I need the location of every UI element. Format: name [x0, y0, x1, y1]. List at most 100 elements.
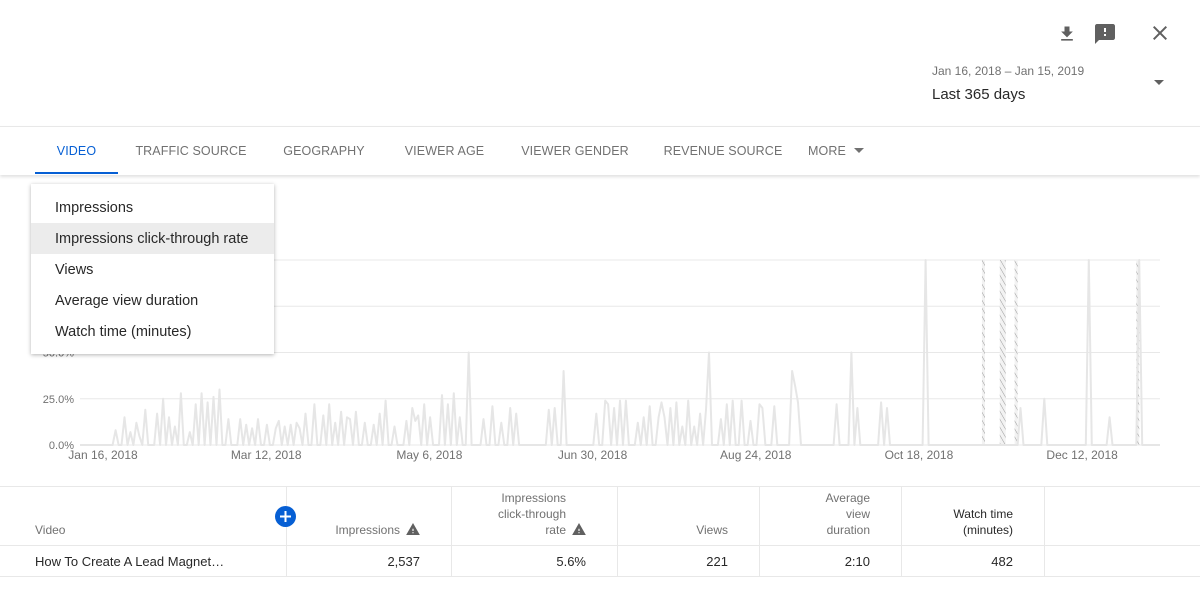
data-point — [385, 400, 387, 402]
data-point — [278, 420, 280, 422]
column-header-watch-time[interactable]: Watch time (minutes) — [902, 487, 1045, 545]
data-point — [661, 401, 663, 403]
data-point — [195, 403, 197, 405]
x-tick-label: May 6, 2018 — [396, 448, 462, 462]
data-point — [156, 413, 158, 415]
plus-icon — [280, 511, 291, 522]
data-point — [174, 426, 176, 428]
video-title[interactable]: How To Create A Lead Magnet… — [35, 546, 224, 576]
data-point — [213, 396, 215, 398]
avg-view-duration-value: 2:10 — [844, 553, 870, 569]
data-point — [349, 418, 351, 420]
no-data-region — [981, 260, 985, 445]
tab-label: TRAFFIC SOURCE — [135, 143, 247, 158]
cell-views: 221 — [618, 546, 760, 576]
data-point — [201, 392, 203, 394]
data-point — [239, 418, 241, 420]
column-header-video[interactable]: Video — [0, 487, 287, 545]
feedback-button[interactable] — [1092, 21, 1118, 47]
data-point — [491, 405, 493, 407]
data-point — [453, 392, 455, 394]
header-text: duration — [826, 523, 870, 537]
data-point — [379, 413, 381, 415]
column-header-impressions[interactable]: Impressions — [287, 487, 452, 545]
data-point — [548, 409, 550, 411]
data-point — [705, 409, 707, 411]
tab-geography[interactable]: GEOGRAPHY — [275, 127, 373, 174]
data-point — [1109, 416, 1111, 418]
menu-item-impressions-ctr[interactable]: Impressions click-through rate — [31, 223, 274, 254]
date-range-text: Jan 16, 2018 – Jan 15, 2019 — [932, 64, 1085, 78]
caret-down-icon — [1154, 80, 1164, 85]
data-point — [296, 422, 298, 424]
data-point — [218, 389, 220, 391]
data-point — [643, 416, 645, 418]
menu-item-average-view-duration[interactable]: Average view duration — [31, 285, 274, 316]
tab-label: VIEWER AGE — [404, 143, 485, 158]
y-tick-label: 25.0% — [43, 394, 74, 406]
data-point — [750, 420, 752, 422]
data-point — [836, 403, 838, 405]
data-point — [328, 403, 330, 405]
tab-video[interactable]: VIDEO — [35, 127, 118, 174]
menu-item-views[interactable]: Views — [31, 254, 274, 285]
caret-down-icon — [853, 148, 864, 153]
no-data-region — [999, 260, 1006, 445]
tab-label: VIEWER GENDER — [521, 143, 629, 158]
header-label: Watch time (minutes) — [953, 506, 1013, 538]
cell-impressions: 2,537 — [287, 546, 452, 576]
data-point — [251, 427, 253, 429]
data-point — [708, 352, 710, 354]
data-point — [313, 403, 315, 405]
tab-revenue-source[interactable]: REVENUE SOURCE — [659, 127, 787, 174]
tab-viewer-gender[interactable]: VIEWER GENDER — [516, 127, 634, 174]
data-point — [447, 403, 449, 405]
data-point — [509, 407, 511, 409]
data-point — [245, 424, 247, 426]
add-metric-button[interactable] — [275, 506, 296, 527]
data-point — [720, 418, 722, 420]
feedback-icon — [1095, 24, 1115, 44]
data-point — [423, 403, 425, 405]
column-header-ctr[interactable]: Impressions click-through rate — [452, 487, 618, 545]
data-point — [649, 405, 651, 407]
data-point — [604, 400, 606, 402]
data-point — [227, 418, 229, 420]
data-point — [394, 426, 396, 428]
close-button[interactable] — [1147, 20, 1173, 46]
data-point — [257, 418, 259, 420]
impressions-value: 2,537 — [387, 553, 420, 569]
data-point — [1138, 259, 1140, 261]
data-point — [797, 401, 799, 403]
tab-traffic-source[interactable]: TRAFFIC SOURCE — [130, 127, 252, 174]
table-row[interactable]: How To Create A Lead Magnet… 2,537 5.6% … — [0, 546, 1200, 577]
menu-item-watch-time[interactable]: Watch time (minutes) — [31, 316, 274, 347]
views-value: 221 — [706, 553, 728, 569]
column-header-views[interactable]: Views — [618, 487, 760, 545]
data-point — [405, 420, 407, 422]
x-tick-label: Oct 18, 2018 — [885, 448, 954, 462]
header-label: Video — [35, 523, 66, 537]
column-header-avg-view-duration[interactable]: Average view duration — [760, 487, 902, 545]
download-button[interactable] — [1054, 21, 1080, 47]
data-point — [322, 414, 324, 416]
data-point — [340, 411, 342, 413]
data-point — [693, 426, 695, 428]
data-point — [856, 407, 858, 409]
data-point — [880, 401, 882, 403]
tab-label: VIDEO — [56, 143, 97, 158]
data-point — [613, 407, 615, 409]
data-point — [135, 422, 137, 424]
table-header: Video Impressions Impressions click-thro… — [0, 487, 1200, 546]
warning-icon — [572, 523, 586, 535]
data-point — [417, 414, 419, 416]
data-point — [687, 400, 689, 402]
tab-viewer-age[interactable]: VIEWER AGE — [397, 127, 492, 174]
no-data-region — [1014, 260, 1018, 445]
date-range-picker[interactable]: Jan 16, 2018 – Jan 15, 2019 Last 365 day… — [932, 64, 1172, 108]
dimension-tabs: VIDEO TRAFFIC SOURCE GEOGRAPHY VIEWER AG… — [0, 126, 1200, 175]
menu-item-impressions[interactable]: Impressions — [31, 192, 274, 223]
tab-more[interactable]: MORE — [805, 127, 867, 174]
data-point — [334, 422, 336, 424]
data-point — [732, 400, 734, 402]
